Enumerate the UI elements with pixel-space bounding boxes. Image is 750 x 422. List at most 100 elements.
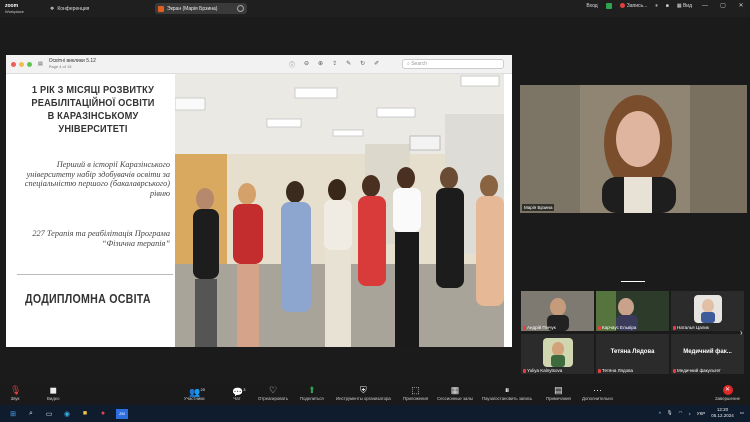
react-label: Отреагировать	[258, 396, 288, 401]
start-icon[interactable]: ⊞	[8, 409, 18, 419]
minimize-dot[interactable]	[19, 61, 24, 67]
stop-record-icon[interactable]: ■	[666, 3, 669, 9]
pause-icon: ⏸	[504, 385, 510, 395]
audio-label: Звук	[10, 396, 20, 401]
share-label: Поделиться	[300, 396, 324, 401]
participant-name: Медичний факультет	[677, 368, 721, 373]
participant-tile[interactable]: Наталья Цалик	[671, 291, 744, 331]
language-indicator[interactable]: УКР	[697, 411, 705, 416]
chat-button[interactable]: 💬3 Чат	[232, 385, 246, 401]
gallery-page-indicator	[621, 281, 645, 282]
host-tools-button[interactable]: ⛨ Инструменты организатора	[336, 385, 391, 401]
share-icon[interactable]: ⇪	[332, 60, 337, 69]
edge-icon[interactable]: ◉	[62, 409, 72, 419]
heart-icon: ♡	[268, 385, 278, 395]
brand-line2: Workplace	[5, 8, 24, 14]
speaker-video-image	[520, 85, 747, 213]
maximize-icon[interactable]: ▢	[718, 2, 728, 9]
participant-tile[interactable]: Андрій Пінчук	[521, 291, 594, 331]
enter-button[interactable]: Вход	[586, 3, 597, 9]
system-tray: ^ 🎙 ◠ ♪ УКР 12:20 05.12.2024 ▭	[659, 407, 744, 419]
close-dot[interactable]	[11, 61, 16, 67]
more-button[interactable]: ⋯ Дополнительно	[582, 385, 613, 401]
record-label: Запись...	[626, 2, 648, 9]
zoom-in-icon[interactable]: ⊕	[318, 60, 323, 69]
end-call-icon: ✕	[722, 385, 733, 395]
camera-icon: ◼	[49, 385, 58, 395]
share-indicator[interactable]: Экран (Марія Брзина)	[155, 3, 247, 14]
notes-button[interactable]: ▤ Примечания	[546, 385, 571, 401]
participants-count: 20	[200, 387, 205, 392]
participant-name: Андрій Пінчук	[527, 325, 556, 330]
mic-muted-icon	[523, 368, 526, 373]
search-input[interactable]: ⌕ Search	[402, 59, 504, 69]
chat-icon: 💬3	[232, 387, 246, 397]
participant-tile[interactable]: Yuliya Kalnytsova	[521, 334, 594, 374]
top-bar: zoom Workplace ❖ Конференция Экран (Марі…	[0, 0, 750, 17]
info-icon[interactable]: ⓘ	[289, 60, 295, 69]
wifi-icon[interactable]: ◠	[679, 410, 683, 416]
chrome-icon[interactable]: ●	[98, 409, 108, 419]
mic-muted-icon	[598, 325, 601, 330]
rotate-icon[interactable]: ↻	[360, 60, 365, 69]
zoom-dot[interactable]	[27, 61, 32, 67]
sidebar-icon[interactable]: ▤	[38, 61, 43, 67]
security-icon[interactable]	[605, 2, 612, 9]
volume-icon[interactable]: ♪	[688, 411, 690, 416]
end-label: Завершение	[715, 396, 740, 401]
apps-label: Приложения	[403, 396, 429, 401]
share-button[interactable]: ⬆ Поделиться	[300, 385, 324, 401]
notifications-icon[interactable]: ▭	[740, 410, 744, 416]
audio-button[interactable]: 🎙 Звук	[10, 385, 21, 401]
microphone-icon[interactable]: 🎙	[667, 410, 673, 416]
participant-label: Андрій Пінчук	[523, 325, 556, 330]
participant-tile[interactable]: Медичний фак... Медичний факультет	[671, 334, 744, 374]
pause-stop-record-button[interactable]: ⏸ Пауза/остановить запись	[482, 385, 532, 401]
conference-label: Конференция	[57, 5, 90, 12]
presentation-slide: 1 РІК З МІСЯЦІ РОЗВИТКУ РЕАБІЛІТАЦІЙНОЇ …	[15, 74, 504, 347]
share-screen-icon	[158, 5, 164, 12]
zoom-out-icon[interactable]: ⊖	[304, 60, 309, 69]
clock[interactable]: 12:20 05.12.2024	[711, 407, 734, 419]
share-label: Экран (Марія Брзина)	[167, 5, 218, 12]
conference-menu[interactable]: ❖ Конференция	[50, 6, 90, 12]
more-label: Дополнительно	[582, 396, 613, 401]
end-button[interactable]: ✕ Завершение	[715, 385, 740, 401]
zoom-app-icon[interactable]: ZM	[116, 408, 128, 419]
search-icon[interactable]: ⌕	[26, 409, 36, 419]
speaker-video[interactable]: Марія Брзина	[520, 85, 747, 213]
participant-tile[interactable]: Тетяна Лядова Тетяна Лядова	[596, 334, 669, 374]
participant-tile[interactable]: Карчаус Ельвіра	[596, 291, 669, 331]
annotate-icon[interactable]: ✐	[374, 60, 379, 69]
task-view-icon[interactable]: ▭	[44, 409, 54, 419]
slide-text-panel: 1 РІК З МІСЯЦІ РОЗВИТКУ РЕАБІЛІТАЦІЙНОЇ …	[15, 74, 175, 347]
search-placeholder: Search	[411, 61, 428, 67]
record-status[interactable]: Запись...	[619, 2, 648, 9]
slide-footer: ДОДИПЛОМНА ОСВІТА	[25, 292, 151, 306]
pause-stop-label: Пауза/остановить запись	[482, 396, 533, 401]
minimize-icon[interactable]: —	[700, 3, 710, 9]
notes-label: Примечания	[546, 396, 571, 401]
group-photo	[175, 74, 504, 347]
react-button[interactable]: ♡ Отреагировать	[258, 385, 288, 401]
chevron-right-icon[interactable]: ›	[740, 328, 743, 337]
zoom-window: zoom Workplace ❖ Конференция Экран (Марі…	[0, 0, 750, 422]
video-button[interactable]: ◼ Видео	[47, 385, 60, 401]
shared-screen[interactable]: ▤ Освітні виклики 5.12 Page 4 of 15 ⓘ ⊖ …	[6, 55, 512, 347]
chevron-up-icon[interactable]: ^	[659, 411, 661, 416]
participants-button[interactable]: 👥20 Участники	[184, 385, 205, 401]
options-icon[interactable]	[237, 5, 244, 12]
more-icon: ⋯	[592, 385, 602, 395]
markup-icon[interactable]: ✎	[346, 60, 351, 69]
record-icon	[619, 2, 625, 8]
grid-icon: ▦	[676, 2, 682, 9]
breakout-rooms-button[interactable]: ▦ Сессионные залы	[437, 385, 473, 401]
participant-label: Медичний факультет	[673, 368, 721, 373]
explorer-icon[interactable]: ■	[80, 409, 90, 419]
pause-record-icon[interactable]: ⏸	[655, 3, 658, 9]
close-icon[interactable]: ✕	[736, 2, 746, 9]
view-button[interactable]: ▦ Вид	[677, 3, 692, 9]
doc-page-count: Page 4 of 15	[48, 64, 72, 69]
notes-icon: ▤	[554, 385, 563, 395]
apps-button[interactable]: ⬚ Приложения	[403, 385, 428, 401]
